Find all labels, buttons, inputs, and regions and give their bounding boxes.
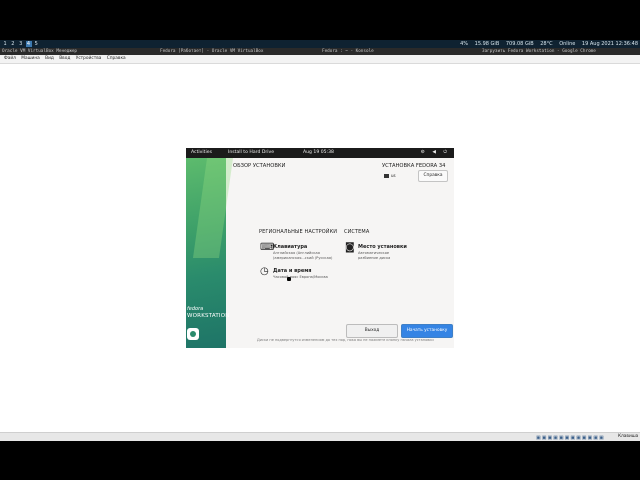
anaconda-sidebar: fedora WORKSTATION bbox=[186, 158, 234, 348]
guest-top-bar: Activities Install to Hard Drive Aug 19 … bbox=[186, 148, 454, 158]
clock-icon: ◷ bbox=[260, 266, 269, 277]
datetime-spoke-title[interactable]: Дата и время bbox=[273, 268, 312, 274]
fedora-wordmark: fedora bbox=[187, 306, 204, 312]
window-title-konsole[interactable]: Fedora : ~ - Konsole bbox=[322, 48, 374, 55]
section-regional: РЕГИОНАЛЬНЫЕ НАСТРОЙКИ bbox=[259, 229, 338, 235]
app-menu[interactable]: Install to Hard Drive bbox=[228, 148, 274, 158]
workspace-1[interactable]: 1 bbox=[3, 41, 8, 47]
activities-button[interactable]: Activities bbox=[191, 148, 212, 158]
disk-icon: ◙ bbox=[345, 242, 355, 253]
help-button[interactable]: Справка bbox=[418, 170, 448, 182]
destination-spoke-status-2: разбиение диска bbox=[358, 256, 391, 260]
system-status-bar: 1 2 3 4 5 4% 15.98 GiB 709.08 GiB 28°C O… bbox=[0, 40, 640, 48]
system-stats: 4% 15.98 GiB 709.08 GiB 28°C Online 19 A… bbox=[455, 40, 638, 48]
datetime-spoke-status: Часовой пояс Европа/Москва bbox=[273, 275, 328, 279]
product-title: УСТАНОВКА FEDORA 34 bbox=[382, 163, 446, 169]
keyboard-icon bbox=[384, 174, 389, 178]
menu-file[interactable]: Файл bbox=[4, 56, 16, 61]
workspace-3[interactable]: 3 bbox=[19, 41, 24, 47]
keyboard-spoke-title[interactable]: Клавиатура bbox=[273, 244, 307, 250]
keyboard-spoke-status-1: Английская (Английская bbox=[273, 251, 320, 255]
bottom-black-border bbox=[0, 441, 640, 480]
quit-button[interactable]: Выход bbox=[346, 324, 398, 338]
keyboard-icon: ⌨ bbox=[260, 242, 275, 253]
begin-installation-button[interactable]: Начать установку bbox=[401, 324, 453, 338]
workstation-label: WORKSTATION bbox=[187, 313, 230, 319]
guest-clock[interactable]: Aug 19 05:38 bbox=[303, 148, 334, 158]
keyboard-spoke-status-2: (американская...ский (Русская) bbox=[273, 256, 333, 260]
guest-screen: Activities Install to Hard Drive Aug 19 … bbox=[186, 148, 454, 348]
page-title: ОБЗОР УСТАНОВКИ bbox=[233, 163, 286, 169]
workspace-5[interactable]: 5 bbox=[34, 41, 39, 47]
datetime: 19 Aug 2021 12:36:48 bbox=[581, 41, 638, 47]
destination-spoke-status-1: Автоматическое bbox=[358, 251, 390, 255]
disk-usage: 709.08 GiB bbox=[505, 41, 534, 47]
section-system: СИСТЕМА bbox=[344, 229, 370, 235]
disk-warning-text: Диски не подвергнутся изменениям до тех … bbox=[257, 338, 434, 342]
window-title-chrome[interactable]: Загрузить Fedora Workstation - Google Ch… bbox=[482, 48, 596, 55]
keyboard-layout-label: us bbox=[391, 173, 396, 178]
keyboard-layout-indicator[interactable]: us bbox=[384, 173, 396, 178]
memory-usage: 15.98 GiB bbox=[474, 41, 500, 47]
window-title-fedora-vm[interactable]: Fedora [Работает] - Oracle VM VirtualBox bbox=[160, 48, 263, 55]
menu-machine[interactable]: Машина bbox=[21, 56, 40, 61]
vm-menu-bar: Файл Машина Вид Ввод Устройства Справка bbox=[0, 55, 640, 64]
window-title-virtualbox-manager[interactable]: Oracle VM VirtualBox Менеджер bbox=[2, 48, 77, 55]
workspace-switcher[interactable]: 1 2 3 4 5 bbox=[3, 40, 39, 48]
mouse-cursor-icon bbox=[287, 277, 291, 281]
menu-devices[interactable]: Устройства bbox=[76, 56, 102, 61]
workspace-4[interactable]: 4 bbox=[26, 41, 32, 47]
window-title-bar: Oracle VM VirtualBox Менеджер Fedora [Ра… bbox=[0, 48, 640, 55]
menu-view[interactable]: Вид bbox=[45, 56, 54, 61]
vm-status-bar: ▣▣▣▣▣▣▣▣▣▣▣▣ Клавиша Meta bbox=[0, 432, 640, 447]
menu-help[interactable]: Справка bbox=[107, 56, 126, 61]
system-menu-icons[interactable]: ⚙ ◀ ⏻ bbox=[421, 148, 450, 158]
temperature: 28°C bbox=[540, 41, 553, 47]
destination-spoke-title[interactable]: Место установки bbox=[358, 244, 407, 250]
network-status: Online bbox=[559, 41, 576, 47]
sidebar-highlight bbox=[192, 158, 234, 258]
top-black-border bbox=[0, 0, 640, 40]
menu-input[interactable]: Ввод bbox=[59, 56, 70, 61]
workspace-2[interactable]: 2 bbox=[11, 41, 16, 47]
fedora-logo-icon bbox=[187, 328, 199, 340]
cpu-usage: 4% bbox=[460, 41, 469, 47]
